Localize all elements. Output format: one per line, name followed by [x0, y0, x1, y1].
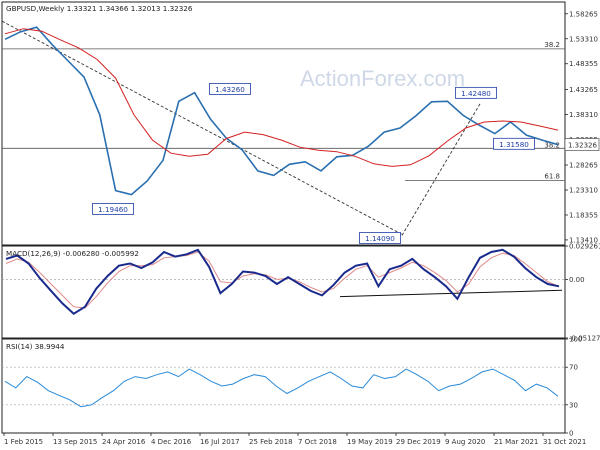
rsi-axis-tick-label: 30 [569, 401, 578, 409]
x-axis-tick-label: 29 Dec 2019 [396, 438, 441, 446]
high-2018-label: 1.43260 [215, 85, 245, 94]
last-value-label: 1.32326 [568, 142, 597, 150]
x-axis-tick-label: 21 Mar 2021 [494, 438, 538, 446]
x-axis-tick-label: 16 Jul 2017 [200, 438, 240, 446]
trendline-uptrend [401, 103, 481, 236]
x-axis-tick-label: 1 Feb 2015 [4, 438, 43, 446]
low-2016-label: 1.19460 [98, 205, 128, 214]
price-axis-tick-label: 1.18355 [569, 211, 598, 219]
price-panel-title: GBPUSD,Weekly 1.33321 1.34366 1.32013 1.… [6, 4, 193, 13]
price-line [4, 26, 559, 196]
low-2020-label: 1.14090 [365, 234, 395, 243]
macd-panel-title: MACD(12,26,9) -0.006280 -0.005992 [6, 249, 139, 258]
price-axis-tick-label: 1.43265 [569, 86, 598, 94]
x-axis-tick-label: 31 Oct 2021 [543, 438, 586, 446]
fib-label-618: 61.8 [544, 172, 560, 180]
macd-axis-tick-label: 0.029261 [569, 243, 600, 251]
price-axis-tick-label: 1.58265 [569, 10, 598, 18]
price-axis-tick-label: 1.28265 [569, 162, 598, 170]
price-axis-tick-label: 1.53310 [569, 35, 598, 43]
trendline-downtrend [1, 20, 403, 235]
x-axis-tick-label: 13 Sep 2015 [53, 438, 97, 446]
rsi-axis-tick-label: 70 [569, 364, 578, 372]
x-axis-tick-label: 7 Oct 2018 [298, 438, 337, 446]
chart-root: ActionForex.com 38.2 38.2 61.8 1.43260 1.1946… [0, 0, 600, 450]
chart-svg: ActionForex.com38.238.261.81.432601.1946… [1, 1, 600, 446]
rsi-axis-tick-label: 0 [569, 430, 573, 438]
x-axis-tick-label: 9 Aug 2020 [445, 438, 485, 446]
rsi-axis-tick-label: 100 [569, 336, 582, 344]
fib-label-382-upper: 38.2 [544, 41, 560, 49]
price-axis-tick-label: 1.38310 [569, 111, 598, 119]
x-axis-tick-label: 19 May 2019 [347, 438, 393, 446]
price-axis-tick-label: 1.48355 [569, 60, 598, 68]
rsi-panel-title: RSI(14) 38.9944 [6, 342, 65, 351]
x-axis-tick-label: 4 Dec 2016 [151, 438, 192, 446]
rsi-line [4, 368, 559, 408]
high-2021-label: 1.42480 [461, 89, 491, 98]
macd-panel-frame [1, 245, 566, 339]
price-axis-tick-label: 1.23310 [569, 186, 598, 194]
x-axis-tick-label: 25 Feb 2018 [249, 438, 293, 446]
support-label: 1.31580 [499, 140, 529, 149]
x-axis-tick-label: 24 Apr 2016 [102, 438, 146, 446]
watermark: ActionForex.com [300, 66, 465, 91]
macd-axis-tick-label: 0.00 [569, 276, 585, 284]
rsi-panel-frame [1, 338, 566, 434]
